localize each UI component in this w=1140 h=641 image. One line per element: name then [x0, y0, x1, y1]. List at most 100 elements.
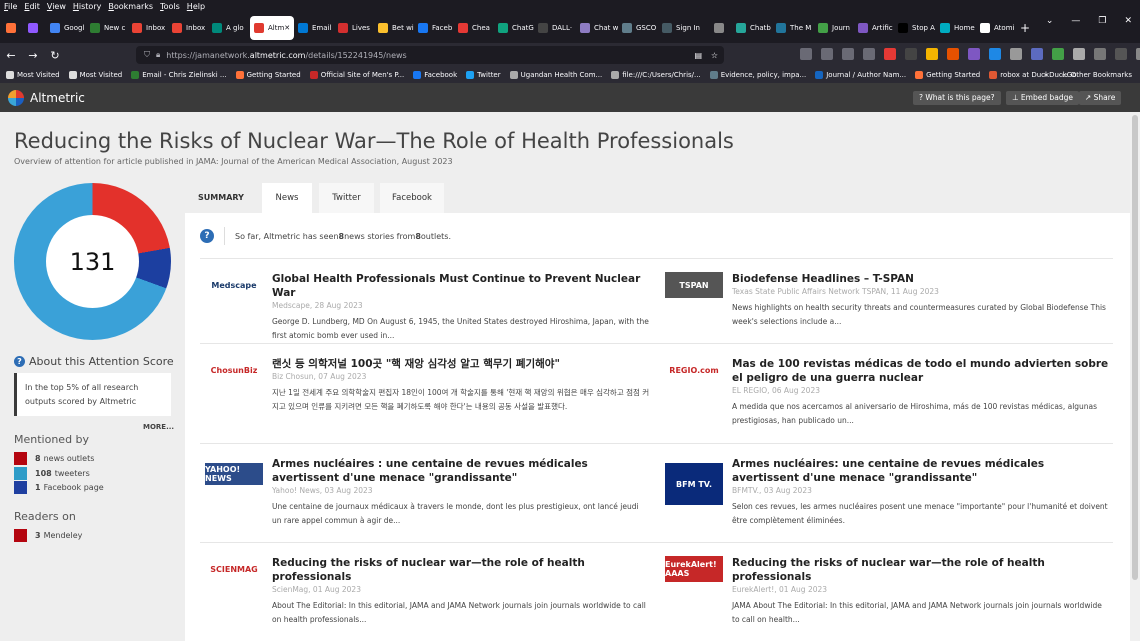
browser-tab[interactable]: New c — [86, 16, 128, 40]
toolbar-extension-icon[interactable] — [1010, 48, 1022, 60]
bookmark-item[interactable]: Evidence, policy, impa... — [709, 71, 806, 79]
menu-item[interactable]: Help — [187, 0, 205, 13]
toolbar-extension-icon[interactable] — [821, 48, 833, 60]
browser-tab[interactable]: Journ — [814, 16, 854, 40]
tab-twitter[interactable]: Twitter — [319, 183, 374, 213]
toolbar-extension-icon[interactable] — [926, 48, 938, 60]
bookmark-item[interactable]: Email - Chris Zielinski ... — [131, 71, 227, 79]
news-item[interactable]: SCIENMAG Reducing the risks of nuclear wa… — [205, 556, 655, 641]
toolbar-extension-icon[interactable] — [989, 48, 1001, 60]
browser-tab[interactable]: Artific — [854, 16, 894, 40]
browser-tab[interactable]: Altm ✕ — [250, 16, 294, 40]
reader-row[interactable]: 3 Mendeley — [14, 529, 82, 542]
news-title[interactable]: Armes nucléaires: une centaine de revues… — [732, 457, 1110, 485]
about-score-link[interactable]: ? About this Attention Score — [14, 355, 174, 368]
scrollbar-thumb[interactable] — [1132, 115, 1138, 580]
browser-tab[interactable]: Stop A — [894, 16, 936, 40]
browser-tab[interactable]: Sign In — [658, 16, 710, 40]
news-title[interactable]: 랜싯 등 의학저널 100곳 "핵 재앙 심각성 알고 핵무기 폐기해야" — [272, 357, 650, 371]
mention-row[interactable]: 8 news outlets — [14, 452, 94, 465]
forward-icon[interactable]: → — [22, 49, 44, 62]
browser-tab[interactable]: Chat w — [576, 16, 618, 40]
bookmark-item[interactable]: Most Visited — [6, 71, 60, 79]
bookmark-item[interactable]: file:///C:/Users/Chris/... — [611, 71, 701, 79]
toolbar-extension-icon[interactable] — [1136, 48, 1140, 60]
mention-row[interactable]: 108 tweeters — [14, 466, 90, 480]
menu-item[interactable]: History — [73, 0, 101, 13]
news-item[interactable]: BFM TV. Armes nucléaires: une centaine de… — [665, 457, 1115, 545]
browser-tab[interactable]: The M — [772, 16, 814, 40]
browser-tab[interactable]: Chea — [454, 16, 494, 40]
toolbar-extension-icon[interactable] — [1052, 48, 1064, 60]
bookmark-item[interactable]: Facebook — [413, 71, 457, 79]
news-title[interactable]: Reducing the risks of nuclear war—the ro… — [732, 556, 1110, 584]
new-tab-icon[interactable]: + — [1016, 16, 1034, 40]
browser-tab[interactable]: Email — [294, 16, 334, 40]
what-is-this-button[interactable]: ? What is this page? — [913, 91, 1001, 105]
browser-tab[interactable]: DALL· — [534, 16, 576, 40]
bookmark-item[interactable]: Official Site of Men's P... — [309, 71, 404, 79]
news-title[interactable]: Biodefense Headlines – T-SPAN — [732, 272, 1110, 286]
tab-facebook[interactable]: Facebook — [380, 183, 444, 213]
reader-view-icon[interactable]: ▤ — [694, 51, 702, 60]
browser-tab[interactable]: Lives — [334, 16, 374, 40]
toolbar-extension-icon[interactable] — [1073, 48, 1085, 60]
bookmark-item[interactable]: Ugandan Health Com... — [509, 71, 602, 79]
news-item[interactable]: TSPAN Biodefense Headlines – T-SPAN Texas … — [665, 272, 1115, 360]
news-item[interactable]: YAHOO! NEWS Armes nucléaires : une centai… — [205, 457, 655, 545]
bookmark-item[interactable]: Getting Started — [915, 71, 980, 79]
news-title[interactable]: Reducing the risks of nuclear war—the ro… — [272, 556, 650, 584]
browser-tab[interactable]: ChatG — [494, 16, 534, 40]
browser-tab[interactable]: Inbox — [168, 16, 208, 40]
bookmark-star-icon[interactable]: ☆ — [711, 51, 718, 60]
browser-tab[interactable]: Atomi — [976, 16, 1016, 40]
embed-badge-button[interactable]: ⊥ Embed badge — [1006, 91, 1079, 105]
tab-news[interactable]: News — [262, 183, 312, 213]
toolbar-extension-icon[interactable] — [863, 48, 875, 60]
question-icon[interactable]: ? — [200, 229, 214, 243]
tab-summary[interactable]: SUMMARY — [185, 183, 257, 213]
share-button[interactable]: ↗ Share — [1079, 91, 1122, 105]
close-window-icon[interactable]: ✕ — [1124, 16, 1132, 26]
toolbar-extension-icon[interactable] — [968, 48, 980, 60]
reload-icon[interactable]: ↻ — [44, 49, 66, 62]
browser-tab[interactable]: Inbox — [128, 16, 168, 40]
toolbar-extension-icon[interactable] — [800, 48, 812, 60]
other-bookmarks[interactable]: ▭ Other Bookmarks — [1062, 71, 1132, 79]
back-icon[interactable]: ← — [0, 49, 22, 62]
bookmark-item[interactable]: Twitter — [466, 71, 501, 79]
toolbar-extension-icon[interactable] — [884, 48, 896, 60]
mention-row[interactable]: 1 Facebook page — [14, 481, 104, 494]
toolbar-extension-icon[interactable] — [1031, 48, 1043, 60]
news-title[interactable]: Global Health Professionals Must Continu… — [272, 272, 650, 300]
bookmark-item[interactable]: Most Visited — [68, 71, 122, 79]
browser-tab[interactable]: Faceb — [414, 16, 454, 40]
menu-item[interactable]: View — [47, 0, 66, 13]
toolbar-extension-icon[interactable] — [1094, 48, 1106, 60]
menu-item[interactable]: Bookmarks — [108, 0, 153, 13]
menu-item[interactable]: Tools — [160, 0, 180, 13]
browser-tab[interactable] — [24, 16, 46, 40]
tab-list-icon[interactable]: ⌄ — [1046, 16, 1054, 26]
news-item[interactable]: ChosunBiz 랜싯 등 의학저널 100곳 "핵 재앙 심각성 알고 핵무기… — [205, 357, 655, 445]
browser-tab[interactable]: Googl — [46, 16, 86, 40]
browser-tab[interactable] — [2, 16, 24, 40]
toolbar-extension-icon[interactable] — [905, 48, 917, 60]
browser-tab[interactable]: Bet wi — [374, 16, 414, 40]
url-bar[interactable]: ⛉ 🔒︎ https://jamanetwork. altmetric.com/d… — [136, 46, 724, 64]
news-title[interactable]: Armes nucléaires : une centaine de revue… — [272, 457, 650, 485]
news-title[interactable]: Mas de 100 revistas médicas de todo el m… — [732, 357, 1110, 385]
browser-tab[interactable]: A glo — [208, 16, 250, 40]
more-link[interactable]: MORE... — [143, 423, 174, 431]
menu-item[interactable]: Edit — [24, 0, 40, 13]
toolbar-extension-icon[interactable] — [1115, 48, 1127, 60]
browser-tab[interactable]: Home — [936, 16, 976, 40]
toolbar-extension-icon[interactable] — [947, 48, 959, 60]
bookmark-item[interactable]: Journal / Author Nam... — [815, 71, 906, 79]
bookmark-item[interactable]: Getting Started — [235, 71, 301, 79]
news-item[interactable]: EurekAlert! AAAS Reducing the risks of nu… — [665, 556, 1115, 641]
news-item[interactable]: Medscape Global Health Professionals Must… — [205, 272, 655, 360]
bookmarks-overflow-icon[interactable]: » — [1044, 71, 1048, 79]
close-tab-icon[interactable]: ✕ — [284, 24, 290, 32]
attention-score-donut[interactable]: 131 — [14, 183, 171, 340]
